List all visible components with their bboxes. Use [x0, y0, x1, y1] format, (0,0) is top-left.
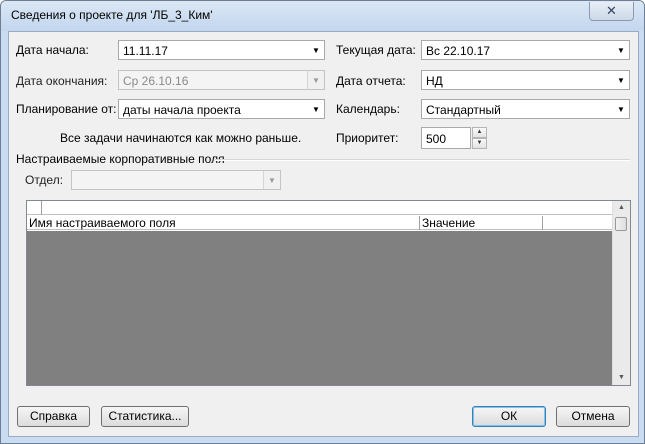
- chevron-down-icon[interactable]: ▼: [613, 41, 629, 59]
- current-date-label: Текущая дата:: [336, 43, 416, 57]
- chevron-down-icon[interactable]: ▼: [613, 71, 629, 89]
- chevron-down-icon[interactable]: ▼: [308, 100, 324, 118]
- schedule-from-combo[interactable]: даты начала проекта ▼: [118, 99, 325, 119]
- grid-edit-row[interactable]: [27, 201, 613, 215]
- schedule-note: Все задачи начинаются как можно раньше.: [60, 131, 302, 145]
- finish-date-value: Ср 26.10.16: [123, 74, 189, 88]
- grid-body[interactable]: [27, 231, 613, 385]
- chevron-down-icon[interactable]: ▼: [613, 100, 629, 118]
- schedule-from-label: Планирование от:: [16, 102, 117, 116]
- calendar-label: Календарь:: [336, 102, 400, 116]
- chevron-down-icon[interactable]: ▼: [308, 41, 324, 59]
- scroll-thumb[interactable]: [615, 217, 627, 231]
- priority-stepper[interactable]: ▲ ▼: [472, 127, 487, 149]
- calendar-value: Стандартный: [426, 103, 501, 117]
- project-info-dialog: Сведения о проекте для 'ЛБ_3_Ким' ✕ Дата…: [0, 0, 645, 444]
- cancel-button-label: Отмена: [571, 409, 615, 423]
- statistics-button-label: Статистика...: [108, 409, 182, 423]
- close-icon: ✕: [606, 3, 617, 18]
- priority-label: Приоритет:: [336, 131, 399, 145]
- status-date-combo[interactable]: НД ▼: [421, 70, 630, 90]
- finish-date-combo: Ср 26.10.16 ▼: [118, 70, 325, 90]
- start-date-combo[interactable]: 11.11.17 ▼: [118, 40, 325, 60]
- current-date-combo[interactable]: Вс 22.10.17 ▼: [421, 40, 630, 60]
- ok-button[interactable]: ОК: [472, 406, 546, 427]
- calendar-combo[interactable]: Стандартный ▼: [421, 99, 630, 119]
- vertical-scrollbar[interactable]: ▲ ▼: [612, 201, 630, 385]
- dialog-body: Дата начала: 11.11.17 ▼ Дата окончания: …: [8, 31, 639, 437]
- scroll-down-icon[interactable]: ▼: [613, 371, 630, 385]
- priority-input[interactable]: 500: [421, 127, 471, 149]
- ok-button-label: ОК: [500, 409, 518, 423]
- current-date-value: Вс 22.10.17: [426, 44, 491, 58]
- chevron-down-icon: ▼: [263, 171, 280, 189]
- window-title: Сведения о проекте для 'ЛБ_3_Ким': [11, 8, 213, 22]
- grid-header: Имя настраиваемого поля Значение: [27, 216, 613, 230]
- cancel-button[interactable]: Отмена: [556, 406, 630, 427]
- down-arrow-icon[interactable]: ▼: [472, 138, 487, 149]
- help-button-label: Справка: [29, 409, 78, 423]
- statistics-button[interactable]: Статистика...: [101, 406, 189, 427]
- custom-fields-group-title: Настраиваемые корпоративные поля: [16, 152, 225, 166]
- grid-corner-cell: [27, 201, 42, 215]
- start-date-value: 11.11.17: [123, 44, 168, 58]
- department-label: Отдел:: [25, 173, 64, 187]
- schedule-from-value: даты начала проекта: [123, 103, 241, 117]
- title-bar: Сведения о проекте для 'ЛБ_3_Ким' ✕: [1, 1, 644, 31]
- up-arrow-icon[interactable]: ▲: [472, 127, 487, 138]
- column-header-field-name[interactable]: Имя настраиваемого поля: [27, 216, 420, 230]
- priority-value: 500: [426, 132, 447, 146]
- department-combo: ▼: [71, 170, 281, 190]
- status-date-label: Дата отчета:: [336, 74, 406, 88]
- chevron-down-icon: ▼: [307, 71, 324, 89]
- help-button[interactable]: Справка: [17, 406, 90, 427]
- start-date-label: Дата начала:: [16, 43, 89, 57]
- finish-date-label: Дата окончания:: [16, 74, 108, 88]
- status-date-value: НД: [426, 74, 443, 88]
- close-button[interactable]: ✕: [589, 2, 634, 21]
- column-header-value[interactable]: Значение: [420, 216, 543, 230]
- group-divider: [215, 159, 630, 161]
- custom-fields-grid[interactable]: Имя настраиваемого поля Значение ▲ ▼: [26, 200, 631, 386]
- scroll-up-icon[interactable]: ▲: [613, 201, 630, 215]
